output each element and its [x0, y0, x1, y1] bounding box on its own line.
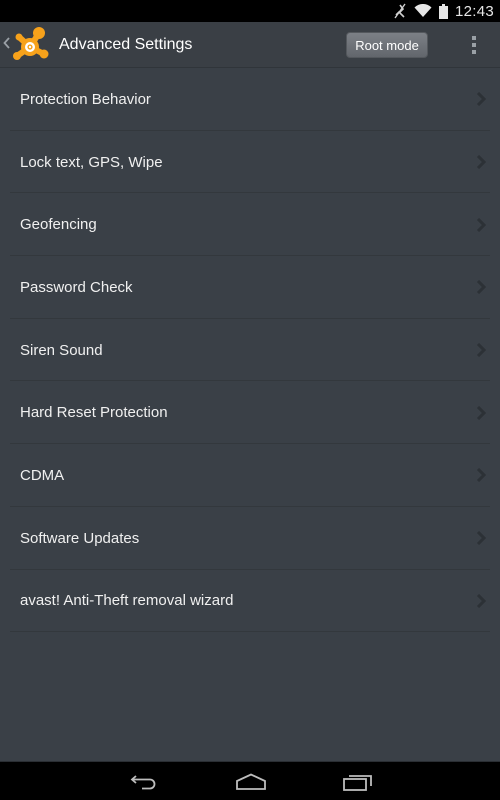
chevron-right-icon	[476, 343, 486, 358]
settings-item-geofencing[interactable]: Geofencing	[0, 193, 500, 256]
chevron-left-icon	[3, 36, 10, 54]
chevron-right-icon	[476, 280, 486, 295]
chevron-right-icon	[476, 155, 486, 170]
settings-item-label: CDMA	[20, 466, 65, 484]
settings-item-label: Lock text, GPS, Wipe	[20, 153, 163, 171]
avast-logo-icon	[10, 25, 50, 65]
settings-item-lock-text-gps-wipe[interactable]: Lock text, GPS, Wipe	[0, 131, 500, 194]
settings-item-siren-sound[interactable]: Siren Sound	[0, 319, 500, 382]
settings-item-label: Software Updates	[20, 529, 140, 547]
settings-item-protection-behavior[interactable]: Protection Behavior	[0, 68, 500, 131]
chevron-right-icon	[476, 92, 486, 107]
chevron-right-icon	[476, 217, 486, 232]
home-icon	[236, 773, 266, 790]
more-vert-icon-dot	[472, 50, 476, 54]
settings-item-password-check[interactable]: Password Check	[0, 256, 500, 319]
more-vert-icon-dot	[472, 43, 476, 47]
overflow-menu-button[interactable]	[464, 32, 484, 58]
home-button[interactable]	[231, 770, 271, 794]
clock: 12:43	[454, 2, 494, 20]
settings-item-label: Password Check	[20, 278, 133, 296]
back-icon	[130, 775, 156, 790]
settings-item-label: Protection Behavior	[20, 90, 151, 108]
settings-list: Protection Behavior Lock text, GPS, Wipe…	[0, 68, 500, 632]
settings-item-label: avast! Anti-Theft removal wizard	[20, 592, 234, 610]
up-navigation-button[interactable]	[0, 22, 50, 68]
settings-item-cdma[interactable]: CDMA	[0, 444, 500, 507]
chevron-right-icon	[476, 593, 486, 608]
chevron-right-icon	[476, 405, 486, 420]
settings-item-software-updates[interactable]: Software Updates	[0, 507, 500, 570]
recents-icon	[343, 775, 372, 791]
settings-item-hard-reset-protection[interactable]: Hard Reset Protection	[0, 381, 500, 444]
recents-button[interactable]	[338, 770, 378, 794]
chevron-right-icon	[476, 468, 486, 483]
mute-icon	[393, 3, 407, 19]
chevron-right-icon	[476, 531, 486, 546]
settings-item-label: Hard Reset Protection	[20, 404, 168, 422]
status-bar: 12:43	[0, 0, 500, 22]
settings-item-label: Siren Sound	[20, 341, 103, 359]
root-mode-button[interactable]: Root mode	[346, 32, 428, 58]
system-navigation-bar	[0, 761, 500, 800]
action-bar: Advanced Settings Root mode	[0, 22, 500, 68]
page-title: Advanced Settings	[59, 35, 193, 53]
more-vert-icon	[472, 36, 476, 40]
settings-item-anti-theft-removal-wizard[interactable]: avast! Anti-Theft removal wizard	[0, 570, 500, 633]
battery-icon	[438, 3, 448, 19]
back-button[interactable]	[124, 770, 164, 794]
wifi-icon	[414, 4, 432, 18]
settings-item-label: Geofencing	[20, 216, 97, 234]
